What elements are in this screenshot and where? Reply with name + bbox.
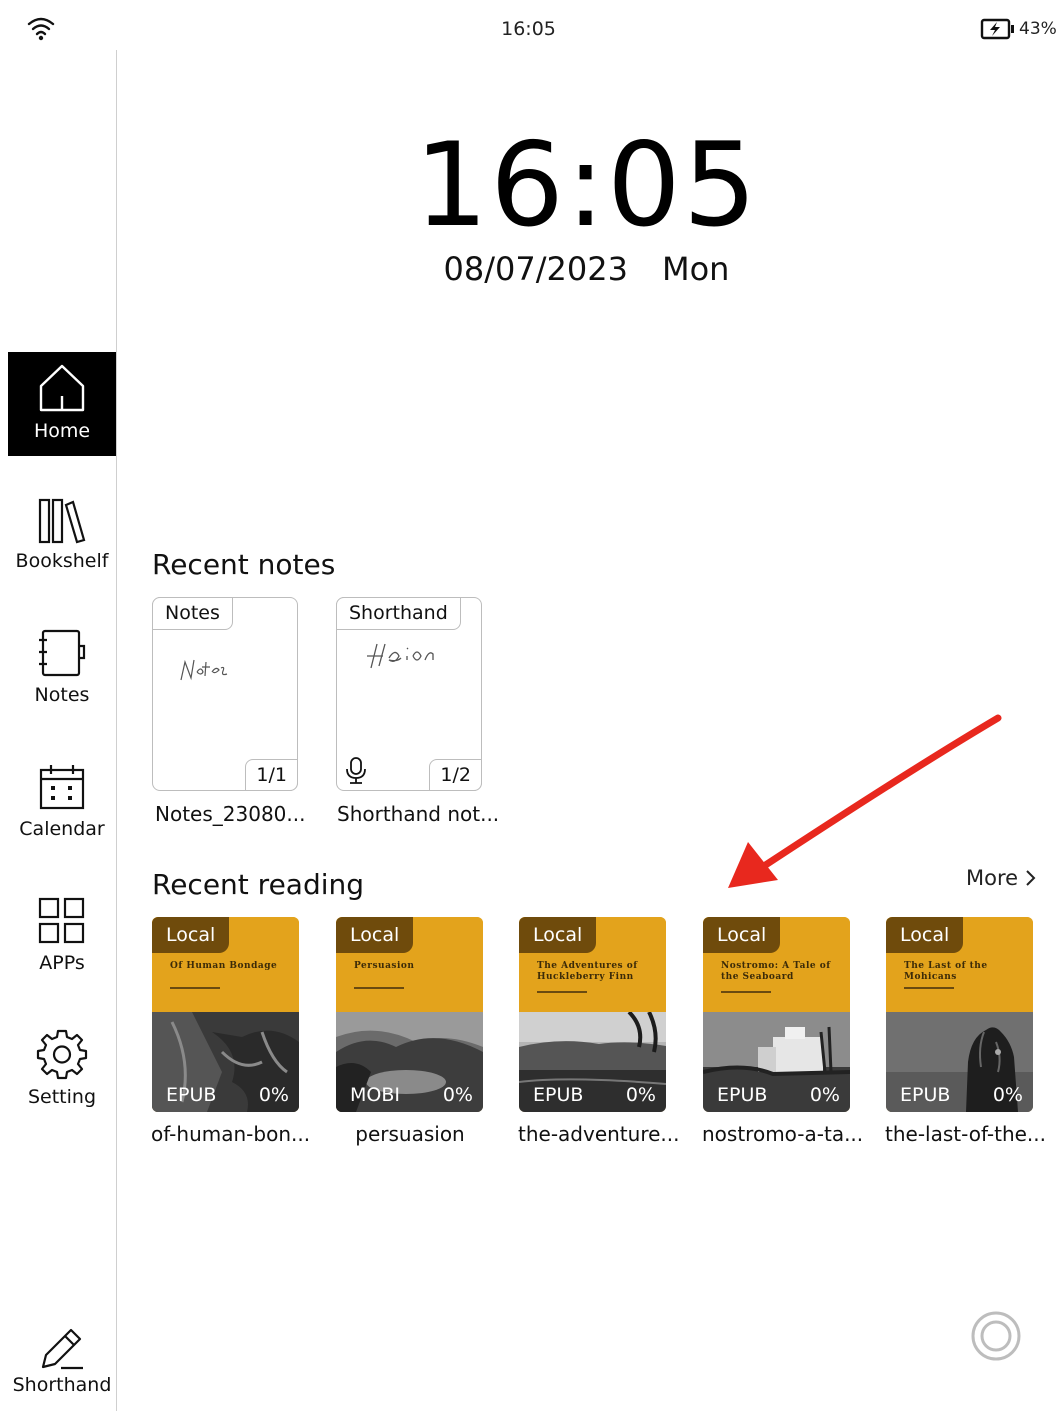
- floating-assist-button[interactable]: [970, 1310, 1022, 1362]
- sidebar-item-apps[interactable]: APPs: [8, 896, 116, 974]
- note-tag: Shorthand: [336, 597, 461, 630]
- book-name: the-adventure...: [518, 1122, 680, 1146]
- sidebar-item-label: Bookshelf: [15, 550, 109, 572]
- note-page-count: 1/1: [245, 759, 298, 791]
- book-name: of-human-bon...: [151, 1122, 311, 1146]
- chevron-right-icon: [1026, 870, 1036, 886]
- book-progress: 0%: [442, 1084, 473, 1106]
- note-card[interactable]: Notes 1/1: [152, 597, 298, 791]
- book-cover-title: Nostromo: A Tale of the Seaboard: [721, 961, 831, 982]
- sidebar-item-setting[interactable]: Setting: [8, 1028, 116, 1108]
- sidebar-item-label: Shorthand: [12, 1374, 112, 1396]
- status-time: 16:05: [501, 18, 556, 40]
- book-card[interactable]: The Last of the Mohicans Local EPUB 0%: [886, 917, 1033, 1112]
- book-name: the-last-of-the...: [885, 1122, 1046, 1146]
- book-format: EPUB: [717, 1084, 768, 1106]
- book-source-tag: Local: [336, 917, 414, 953]
- battery-charging-icon: [980, 18, 1014, 40]
- annotation-arrow-icon: [728, 714, 1002, 888]
- battery-percentage: 43%: [1019, 19, 1057, 39]
- recent-reading-title: Recent reading: [152, 868, 365, 901]
- book-cover-author-line: [170, 987, 220, 989]
- recent-notes-title: Recent notes: [152, 548, 336, 581]
- sidebar-item-label: APPs: [39, 952, 85, 974]
- book-source-tag: Local: [886, 917, 964, 953]
- bookshelf-icon: [38, 498, 86, 544]
- gear-icon: [36, 1029, 88, 1080]
- book-source-tag: Local: [519, 917, 597, 953]
- sidebar-item-label: Home: [33, 420, 91, 442]
- sidebar: Home Bookshelf Notes Calendar APPs Setti…: [8, 50, 117, 1411]
- book-progress: 0%: [809, 1084, 840, 1106]
- book-cover-author-line: [904, 987, 954, 989]
- handwriting-preview: [367, 643, 434, 669]
- book-card[interactable]: Of Human Bondage Local EPUB 0%: [152, 917, 299, 1112]
- book-cover-author-line: [537, 991, 587, 993]
- pen-icon: [41, 1328, 83, 1370]
- book-format: EPUB: [900, 1084, 951, 1106]
- book-format: EPUB: [166, 1084, 217, 1106]
- status-bar: 16:05 43%: [0, 0, 1057, 50]
- book-cover-author-line: [354, 987, 404, 989]
- note-name: Notes_23080...: [155, 802, 306, 826]
- book-card[interactable]: The Adventures of Huckleberry Finn Local…: [519, 917, 666, 1112]
- book-name: nostromo-a-ta...: [702, 1122, 864, 1146]
- handwriting-preview: [180, 659, 228, 681]
- calendar-icon: [39, 765, 85, 810]
- book-source-tag: Local: [152, 917, 230, 953]
- sidebar-item-label: Notes: [34, 684, 90, 706]
- book-progress: 0%: [992, 1084, 1023, 1106]
- book-cover-author-line: [721, 991, 771, 993]
- book-cover-title: Of Human Bondage: [170, 961, 278, 971]
- sidebar-item-bookshelf[interactable]: Bookshelf: [8, 496, 116, 572]
- sidebar-item-home[interactable]: Home: [8, 352, 116, 456]
- book-progress: 0%: [258, 1084, 289, 1106]
- book-source-tag: Local: [703, 917, 781, 953]
- date: 08/07/2023: [443, 250, 628, 288]
- book-card[interactable]: Nostromo: A Tale of the Seaboard Local E…: [703, 917, 850, 1112]
- clock-date: 08/07/2023 Mon: [116, 250, 1057, 288]
- note-tag: Notes: [152, 597, 233, 630]
- book-cover-title: The Adventures of Huckleberry Finn: [537, 961, 638, 982]
- sidebar-item-label: Setting: [27, 1086, 97, 1108]
- home-icon: [39, 364, 85, 412]
- notes-icon: [39, 629, 86, 677]
- book-cover-title: The Last of the Mohicans: [904, 961, 988, 982]
- apps-grid-icon: [38, 897, 85, 944]
- weekday: Mon: [661, 250, 730, 288]
- book-cover-title: Persuasion: [354, 961, 415, 971]
- note-name: Shorthand not...: [337, 802, 500, 826]
- note-card[interactable]: Shorthand 1/2: [336, 597, 482, 791]
- book-name: persuasion: [355, 1122, 465, 1146]
- clock-time: 16:05: [414, 118, 759, 253]
- book-card[interactable]: Persuasion Local MOBI 0%: [336, 917, 483, 1112]
- microphone-icon: [346, 757, 366, 784]
- sidebar-item-label: Calendar: [19, 818, 105, 840]
- book-format: MOBI: [350, 1084, 400, 1106]
- sidebar-item-shorthand[interactable]: Shorthand: [8, 1326, 116, 1396]
- sidebar-item-notes[interactable]: Notes: [8, 628, 116, 706]
- book-progress: 0%: [625, 1084, 656, 1106]
- book-format: EPUB: [533, 1084, 584, 1106]
- note-page-count: 1/2: [429, 759, 482, 791]
- sidebar-item-calendar[interactable]: Calendar: [8, 762, 116, 840]
